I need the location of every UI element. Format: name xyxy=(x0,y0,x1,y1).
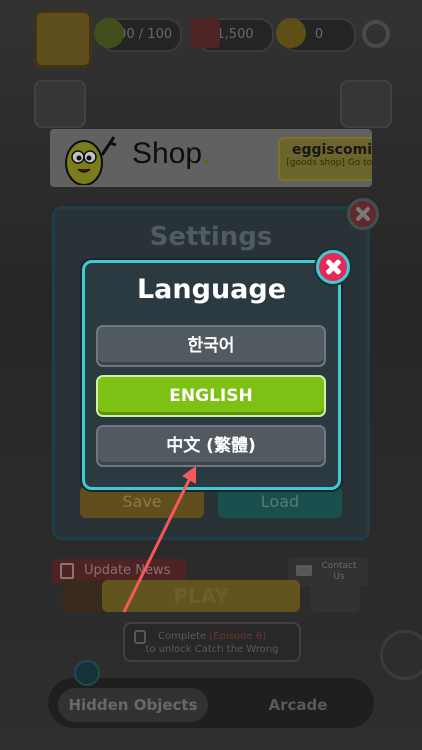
annotation-arrow-icon xyxy=(122,466,196,613)
